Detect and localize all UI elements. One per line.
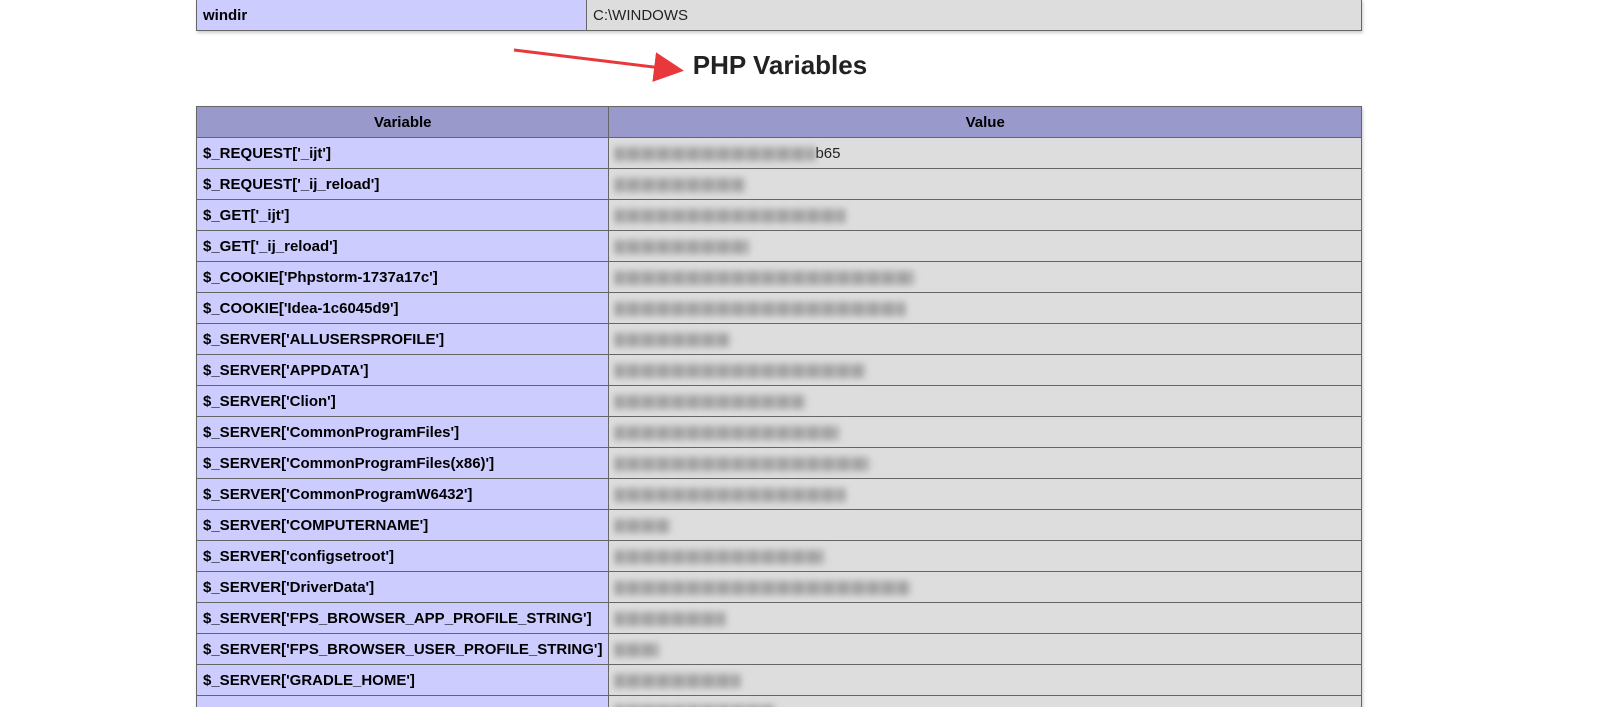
- variable-name: $_SERVER['ALLUSERSPROFILE']: [195, 323, 610, 355]
- redacted-value: [615, 580, 911, 595]
- redacted-value: [615, 456, 871, 471]
- variable-value: [608, 664, 1362, 696]
- variable-name: [195, 695, 610, 707]
- variable-value: C:\WINDOWS: [586, 0, 1362, 31]
- redacted-value: [615, 642, 661, 657]
- table-row: $_SERVER['configsetroot']: [195, 540, 1362, 572]
- variable-value: [608, 478, 1362, 510]
- variable-name: $_SERVER['CommonProgramFiles(x86)']: [195, 447, 610, 479]
- variable-name: $_SERVER['GRADLE_HOME']: [195, 664, 610, 696]
- table-row: $_SERVER['APPDATA']: [195, 354, 1362, 386]
- variable-name: $_REQUEST['_ij_reload']: [195, 168, 610, 200]
- redacted-value: [615, 394, 806, 409]
- redacted-value: [615, 239, 751, 254]
- table-row: $_SERVER['CommonProgramFiles(x86)']: [195, 447, 1362, 479]
- variable-name: $_SERVER['CommonProgramW6432']: [195, 478, 610, 510]
- table-row: $_COOKIE['Idea-1c6045d9']: [195, 292, 1362, 324]
- phpinfo-page: windir C:\WINDOWS PHP Variables Variable…: [0, 0, 1602, 707]
- table-row: $_SERVER['COMPUTERNAME']: [195, 509, 1362, 541]
- variable-value: [608, 571, 1362, 603]
- table-row: $_COOKIE['Phpstorm-1737a17c']: [195, 261, 1362, 293]
- variable-name: $_GET['_ij_reload']: [195, 230, 610, 262]
- table-row: $_GET['_ij_reload']: [195, 230, 1362, 262]
- table-row: windir C:\WINDOWS: [196, 0, 1362, 31]
- table-row: $_SERVER['Clion']: [195, 385, 1362, 417]
- environment-table: windir C:\WINDOWS: [196, 0, 1362, 31]
- variable-name: $_SERVER['Clion']: [195, 385, 610, 417]
- variable-value: [608, 509, 1362, 541]
- column-header-variable: Variable: [195, 106, 610, 138]
- variable-value: [608, 354, 1362, 386]
- redacted-value: [615, 146, 816, 161]
- table-row: $_SERVER['FPS_BROWSER_USER_PROFILE_STRIN…: [195, 633, 1362, 665]
- table-row: [195, 695, 1362, 707]
- variable-value: [608, 199, 1362, 231]
- variable-name: $_SERVER['configsetroot']: [195, 540, 610, 572]
- variable-value: [608, 695, 1362, 707]
- table-row: $_GET['_ijt']: [195, 199, 1362, 231]
- column-header-value: Value: [608, 106, 1362, 138]
- variable-value: [608, 447, 1362, 479]
- section-heading: PHP Variables: [692, 50, 868, 80]
- variable-name: windir: [196, 0, 587, 31]
- redacted-value: [615, 177, 746, 192]
- redacted-value: [615, 363, 866, 378]
- variable-value: [608, 540, 1362, 572]
- table-row: $_SERVER['GRADLE_HOME']: [195, 664, 1362, 696]
- variable-value: [608, 230, 1362, 262]
- variable-value: [608, 385, 1362, 417]
- redacted-value: [615, 518, 671, 533]
- variable-value: [608, 292, 1362, 324]
- table-row: $_SERVER['DriverData']: [195, 571, 1362, 603]
- variable-name: $_GET['_ijt']: [195, 199, 610, 231]
- variable-value: [608, 633, 1362, 665]
- table-row: $_SERVER['FPS_BROWSER_APP_PROFILE_STRING…: [195, 602, 1362, 634]
- redacted-value: [615, 487, 846, 502]
- redacted-value: [615, 332, 731, 347]
- table-row: $_REQUEST['_ij_reload']: [195, 168, 1362, 200]
- table-row: $_SERVER['CommonProgramFiles']: [195, 416, 1362, 448]
- variable-name: $_REQUEST['_ijt']: [195, 137, 610, 169]
- php-variables-table: Variable Value $_REQUEST['_ijt'] b65 $_REQ…: [195, 106, 1362, 707]
- variable-value: [608, 323, 1362, 355]
- variable-name: $_SERVER['FPS_BROWSER_USER_PROFILE_STRIN…: [195, 633, 610, 665]
- redacted-value: [615, 673, 741, 688]
- value-text: b65: [815, 144, 841, 162]
- variable-name: $_SERVER['FPS_BROWSER_APP_PROFILE_STRING…: [195, 602, 610, 634]
- redacted-value: [615, 549, 826, 564]
- variables-body: $_REQUEST['_ijt'] b65 $_REQUEST['_ij_reloa…: [195, 137, 1362, 707]
- variable-name: $_SERVER['APPDATA']: [195, 354, 610, 386]
- header-row: Variable Value: [195, 106, 1362, 138]
- variable-value: [608, 416, 1362, 448]
- variable-value: [608, 261, 1362, 293]
- variable-name: $_SERVER['CommonProgramFiles']: [195, 416, 610, 448]
- table-row: $_SERVER['CommonProgramW6432']: [195, 478, 1362, 510]
- variable-name: $_SERVER['COMPUTERNAME']: [195, 509, 610, 541]
- variable-value: [608, 168, 1362, 200]
- redacted-value: [615, 425, 841, 440]
- redacted-value: [615, 208, 846, 223]
- redacted-value: [615, 270, 916, 285]
- redacted-value: [615, 611, 726, 626]
- table-row: $_SERVER['ALLUSERSPROFILE']: [195, 323, 1362, 355]
- table-row: $_REQUEST['_ijt'] b65: [195, 137, 1362, 169]
- variable-value: b65: [608, 137, 1362, 169]
- variable-name: $_COOKIE['Idea-1c6045d9']: [195, 292, 610, 324]
- redacted-value: [615, 301, 906, 316]
- variable-name: $_COOKIE['Phpstorm-1737a17c']: [195, 261, 610, 293]
- variable-value: [608, 602, 1362, 634]
- variable-name: $_SERVER['DriverData']: [195, 571, 610, 603]
